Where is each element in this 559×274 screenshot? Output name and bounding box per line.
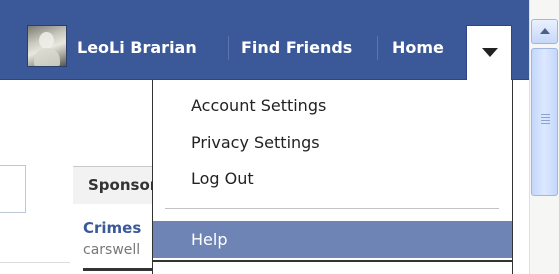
menu-bottom-border (152, 260, 513, 262)
sponsored-header: Sponsored (73, 166, 153, 204)
account-menu-toggle-button[interactable] (466, 25, 512, 80)
profile-avatar[interactable] (27, 25, 67, 67)
ad-title-link[interactable]: Crimes (83, 219, 141, 237)
nav-separator (377, 36, 378, 60)
grip-line (541, 120, 550, 121)
vertical-scrollbar[interactable] (529, 0, 559, 274)
find-friends-link[interactable]: Find Friends (241, 37, 352, 59)
scroll-thumb[interactable] (531, 48, 558, 196)
left-column-divider (0, 262, 70, 263)
chevron-down-icon (482, 48, 498, 57)
profile-name-link[interactable]: LeoLi Brarian (77, 37, 197, 59)
menu-item-account-settings[interactable]: Account Settings (153, 91, 512, 121)
top-navigation-bar: LeoLi Brarian Find Friends Home (0, 0, 529, 80)
grip-line (541, 117, 550, 118)
nav-separator (228, 36, 229, 60)
menu-item-help[interactable]: Help (153, 221, 512, 258)
account-dropdown-menu: Account Settings Privacy Settings Log Ou… (152, 80, 513, 274)
grip-line (541, 123, 550, 124)
menu-divider (165, 208, 499, 209)
menu-item-log-out[interactable]: Log Out (153, 164, 512, 194)
menu-item-privacy-settings[interactable]: Privacy Settings (153, 128, 512, 158)
grip-line (541, 114, 550, 115)
sponsored-title: Sponsored (88, 176, 153, 194)
scroll-up-arrow-icon (540, 28, 550, 34)
ad-domain: carswell (83, 242, 141, 258)
scroll-up-button[interactable] (531, 19, 558, 44)
ad-image-edge (83, 268, 163, 271)
home-link[interactable]: Home (392, 37, 444, 59)
left-column-box (0, 165, 26, 213)
